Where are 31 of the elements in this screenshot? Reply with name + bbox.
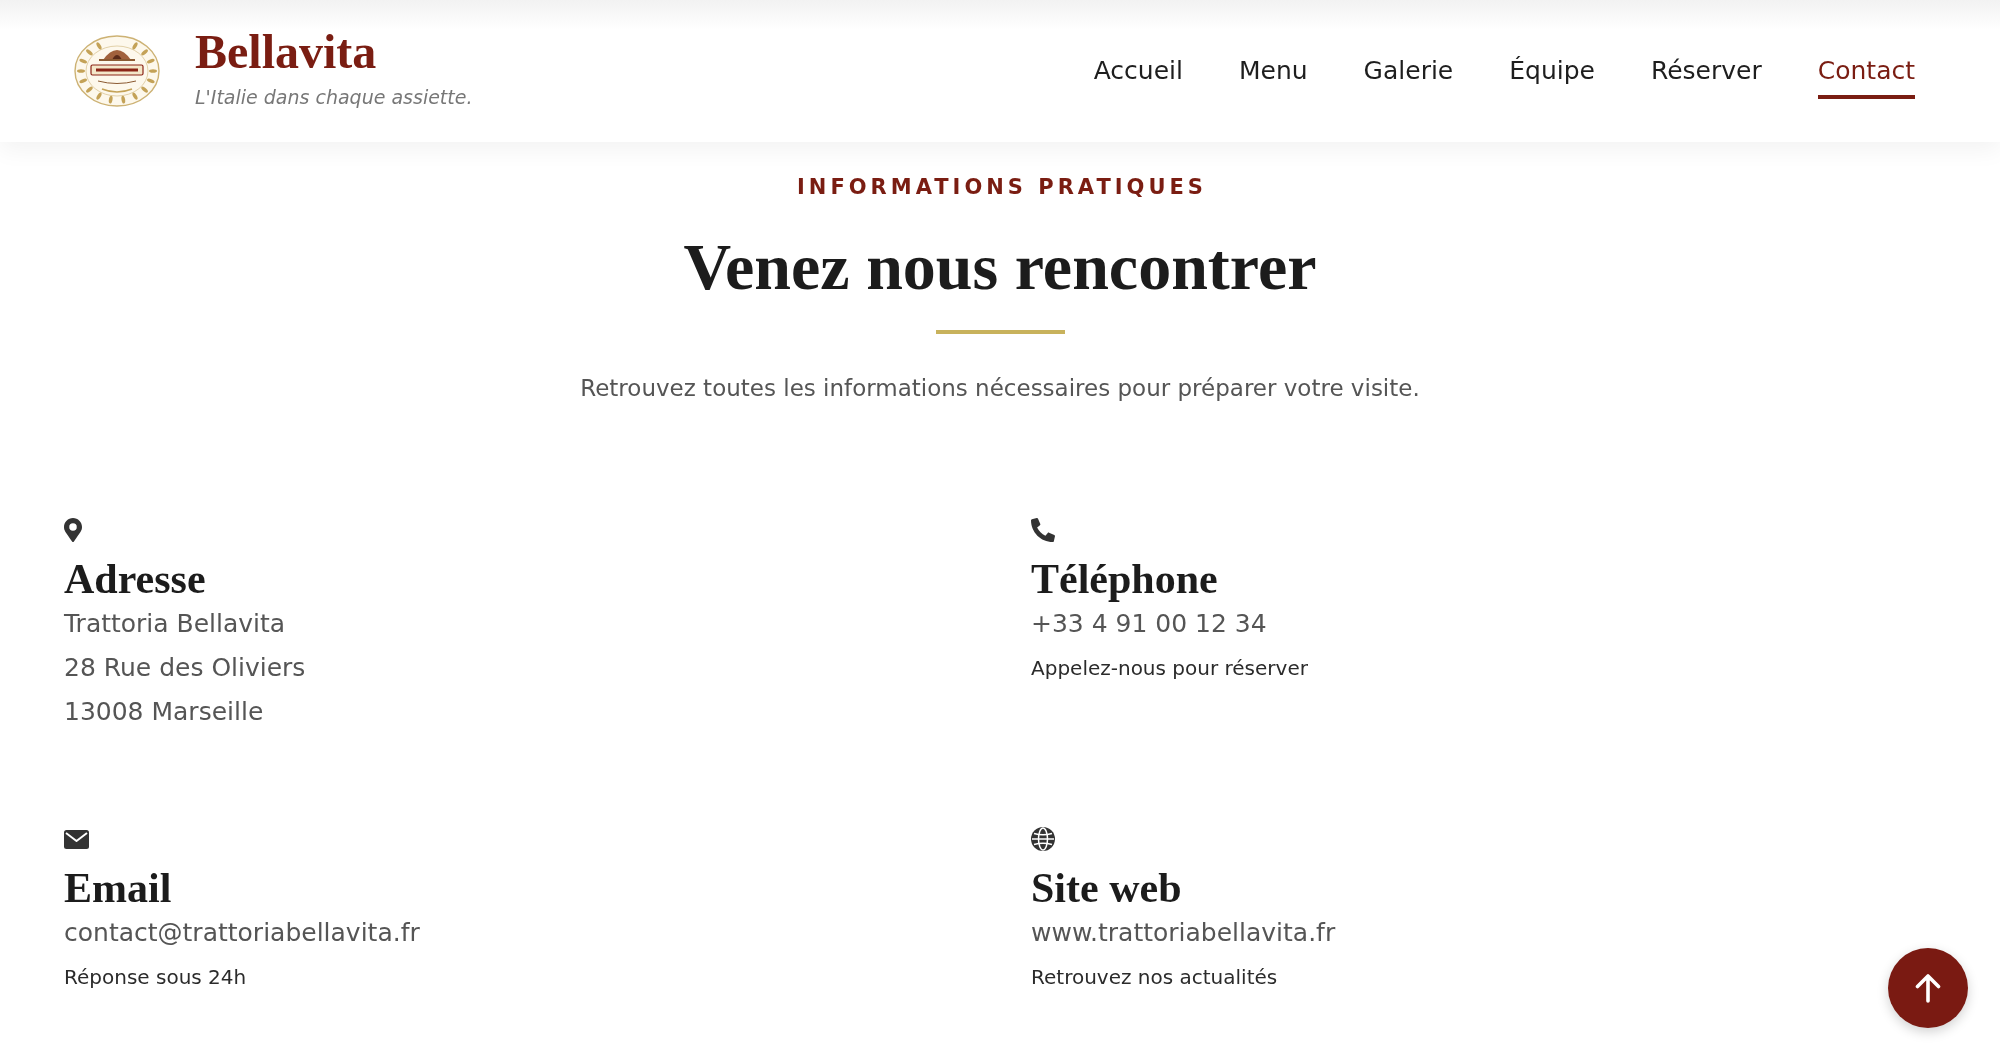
phone-icon <box>1031 518 1055 542</box>
nav-link[interactable]: Réserver <box>1650 43 1762 99</box>
nav-link[interactable]: Équipe <box>1509 43 1595 99</box>
nav-link[interactable]: Menu <box>1238 43 1308 99</box>
contact-detail: contact@trattoriabellavita.fr <box>64 917 420 949</box>
section-title: Venez nous rencontrer <box>683 229 1317 305</box>
section-eyebrow: INFORMATIONS PRATIQUES <box>796 174 1207 200</box>
contact-detail: +33 4 91 00 12 34 <box>1031 608 1267 640</box>
card-title: Adresse <box>64 556 206 602</box>
card-title: Site web <box>1031 865 1182 911</box>
nav-link[interactable]: Galerie <box>1363 43 1454 99</box>
contact-detail: 28 Rue des Oliviers <box>64 652 306 684</box>
nav-link[interactable]: Contact <box>1817 43 1915 99</box>
envelope-icon <box>64 829 89 849</box>
contact-detail: www.trattoriabellavita.fr <box>1031 917 1336 949</box>
card-title: Email <box>64 865 172 911</box>
contact-note: Appelez-nous pour réserver <box>1031 655 1308 682</box>
contact-detail: Trattoria Bellavita <box>64 608 286 640</box>
globe-icon <box>1031 827 1055 851</box>
section-subtitle: Retrouvez toutes les informations nécessaires pour préparer votre visite. <box>580 374 1420 403</box>
map-pin-icon <box>64 518 82 542</box>
scroll-to-top-button[interactable] <box>1888 948 1968 1028</box>
contact-note: Réponse sous 24h <box>64 964 247 991</box>
brand-name: Bellavita <box>195 28 377 76</box>
contact-detail: 13008 Marseille <box>64 696 264 728</box>
contact-note: Retrouvez nos actualités <box>1031 964 1278 991</box>
nav-link[interactable]: Accueil <box>1093 43 1183 99</box>
brand-tagline: L'Italie dans chaque assiette. <box>195 86 473 108</box>
card-title: Téléphone <box>1031 556 1218 602</box>
logo-icon <box>74 35 160 107</box>
arrow-up-icon <box>1915 973 1941 1003</box>
